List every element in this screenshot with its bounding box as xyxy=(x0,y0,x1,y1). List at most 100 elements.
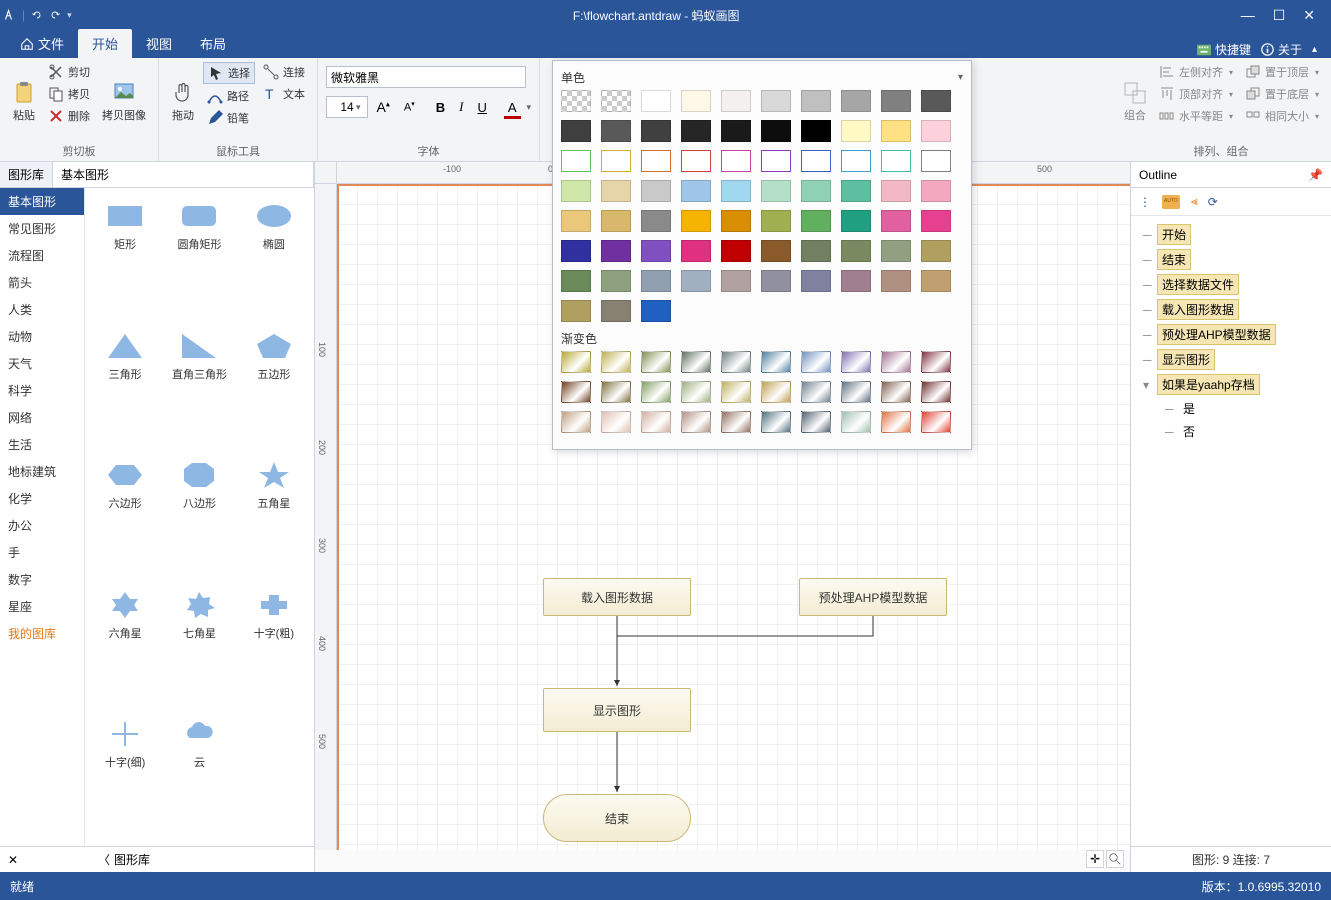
outline-node[interactable]: ─是 xyxy=(1135,397,1327,420)
color-swatch[interactable] xyxy=(641,381,671,403)
back-to-library[interactable]: 〈图形库 xyxy=(28,851,306,868)
color-swatch[interactable] xyxy=(561,411,591,433)
shrink-font-button[interactable]: A▾ xyxy=(400,98,419,116)
color-swatch[interactable] xyxy=(841,150,871,172)
color-swatch[interactable] xyxy=(601,351,631,373)
color-swatch[interactable] xyxy=(641,120,671,142)
color-swatch[interactable] xyxy=(641,90,671,112)
color-swatch[interactable] xyxy=(641,300,671,322)
cut-button[interactable]: 剪切 xyxy=(44,62,94,82)
color-swatch[interactable] xyxy=(561,210,591,232)
outline-node[interactable]: ─结束 xyxy=(1135,247,1327,272)
color-swatch[interactable] xyxy=(721,351,751,373)
collapse-ribbon-icon[interactable]: ▴ xyxy=(1312,44,1317,55)
outline-node[interactable]: ▾如果是yaahp存档 xyxy=(1135,372,1327,397)
color-swatch[interactable] xyxy=(761,411,791,433)
copy-image-button[interactable]: 拷贝图像 xyxy=(98,62,150,141)
delete-button[interactable]: 删除 xyxy=(44,106,94,126)
color-swatch[interactable] xyxy=(841,411,871,433)
outline-node[interactable]: ─显示图形 xyxy=(1135,347,1327,372)
color-swatch[interactable] xyxy=(801,411,831,433)
color-swatch[interactable] xyxy=(561,381,591,403)
send-back-button[interactable]: 置于底层▾ xyxy=(1241,84,1323,104)
color-swatch[interactable] xyxy=(601,381,631,403)
color-swatch[interactable] xyxy=(881,381,911,403)
shape-category-item[interactable]: 网络 xyxy=(0,404,84,431)
color-swatch[interactable] xyxy=(801,90,831,112)
color-swatch[interactable] xyxy=(881,90,911,112)
shape-item[interactable]: 圆角矩形 xyxy=(163,196,235,320)
color-swatch[interactable] xyxy=(641,351,671,373)
underline-button[interactable]: U xyxy=(473,98,490,117)
color-swatch[interactable] xyxy=(881,411,911,433)
shape-category-item[interactable]: 人类 xyxy=(0,296,84,323)
color-swatch[interactable] xyxy=(761,120,791,142)
shape-category-item[interactable]: 流程图 xyxy=(0,242,84,269)
color-swatch[interactable] xyxy=(761,150,791,172)
shape-category-item[interactable]: 常见图形 xyxy=(0,215,84,242)
color-swatch[interactable] xyxy=(921,381,951,403)
shape-item[interactable]: 六边形 xyxy=(89,455,161,579)
color-swatch[interactable] xyxy=(681,90,711,112)
shape-item[interactable]: 十字(细) xyxy=(89,714,161,838)
align-top-button[interactable]: 顶部对齐▾ xyxy=(1155,84,1237,104)
color-swatch[interactable] xyxy=(601,270,631,292)
undo-icon[interactable] xyxy=(31,9,43,21)
color-swatch[interactable] xyxy=(761,240,791,262)
shape-category-item[interactable]: 数字 xyxy=(0,566,84,593)
color-swatch[interactable] xyxy=(841,351,871,373)
close-button[interactable]: ✕ xyxy=(1303,7,1315,24)
align-left-button[interactable]: 左侧对齐▾ xyxy=(1155,62,1237,82)
text-tool-button[interactable]: T文本 xyxy=(259,84,309,104)
outline-share-icon[interactable]: ⪡ xyxy=(1191,194,1198,209)
shape-tab-basic[interactable]: 基本图形 xyxy=(53,162,314,187)
color-swatch[interactable] xyxy=(881,240,911,262)
color-swatch[interactable] xyxy=(921,120,951,142)
outline-refresh-icon[interactable]: ⟳ xyxy=(1208,195,1218,209)
color-swatch[interactable] xyxy=(721,150,751,172)
shape-item[interactable]: 五边形 xyxy=(238,326,310,450)
color-swatch[interactable] xyxy=(561,300,591,322)
color-swatch[interactable] xyxy=(681,180,711,202)
minimize-button[interactable]: — xyxy=(1241,7,1255,24)
color-swatch[interactable] xyxy=(721,210,751,232)
hspace-button[interactable]: 水平等距▾ xyxy=(1155,106,1237,126)
fit-button[interactable]: ✛ xyxy=(1086,850,1104,868)
color-swatch[interactable] xyxy=(721,381,751,403)
color-swatch[interactable] xyxy=(801,210,831,232)
shape-item[interactable]: 矩形 xyxy=(89,196,161,320)
color-swatch[interactable] xyxy=(881,210,911,232)
color-swatch[interactable] xyxy=(921,210,951,232)
shape-item[interactable]: 七角星 xyxy=(163,585,235,709)
color-swatch[interactable] xyxy=(681,240,711,262)
color-swatch[interactable] xyxy=(681,210,711,232)
same-size-button[interactable]: 相同大小▾ xyxy=(1241,106,1323,126)
outline-node[interactable]: ─开始 xyxy=(1135,222,1327,247)
color-swatch[interactable] xyxy=(561,240,591,262)
shape-item[interactable]: 十字(粗) xyxy=(238,585,310,709)
color-swatch[interactable] xyxy=(921,180,951,202)
color-swatch[interactable] xyxy=(641,180,671,202)
color-swatch[interactable] xyxy=(561,150,591,172)
grow-font-button[interactable]: A▴ xyxy=(373,97,394,117)
color-swatch[interactable] xyxy=(681,150,711,172)
color-swatch[interactable] xyxy=(761,210,791,232)
color-swatch[interactable] xyxy=(801,351,831,373)
shape-category-item[interactable]: 办公 xyxy=(0,512,84,539)
bold-button[interactable]: B xyxy=(432,98,449,117)
close-panel-button[interactable]: ✕ xyxy=(8,853,28,867)
shape-item[interactable]: 六角星 xyxy=(89,585,161,709)
color-swatch[interactable] xyxy=(921,90,951,112)
color-swatch[interactable] xyxy=(881,270,911,292)
color-swatch[interactable] xyxy=(921,150,951,172)
shape-category-item[interactable]: 科学 xyxy=(0,377,84,404)
color-swatch[interactable] xyxy=(601,300,631,322)
outline-node[interactable]: ─否 xyxy=(1135,420,1327,443)
color-swatch[interactable] xyxy=(801,240,831,262)
color-swatch[interactable] xyxy=(721,270,751,292)
color-swatch[interactable] xyxy=(761,270,791,292)
color-swatch[interactable] xyxy=(881,120,911,142)
color-swatch[interactable] xyxy=(681,351,711,373)
font-color-dropdown-icon[interactable]: ▾ xyxy=(527,102,532,113)
color-swatch[interactable] xyxy=(801,150,831,172)
